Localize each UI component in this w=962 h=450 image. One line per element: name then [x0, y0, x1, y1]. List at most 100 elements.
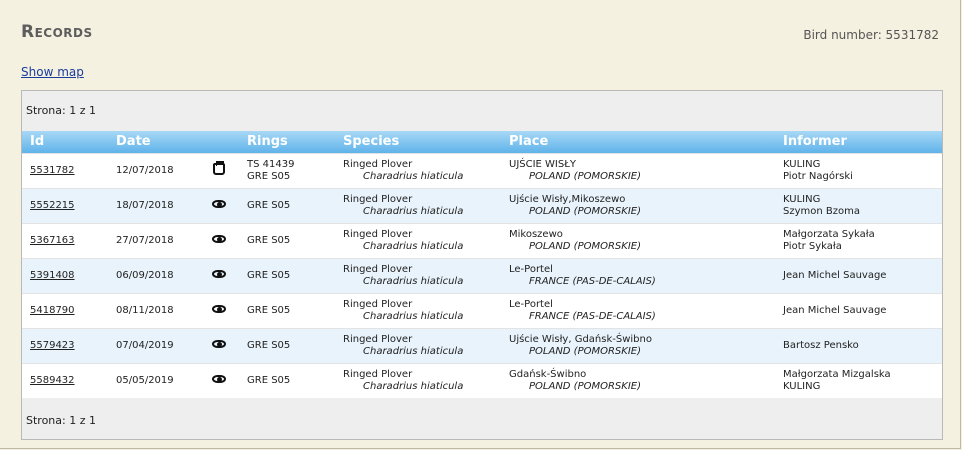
cell-place: UJŚCIE WISŁY POLAND (POMORSKIE)	[501, 152, 775, 188]
cell-icon	[203, 152, 239, 188]
cell-informer: KULING Piotr Nagórski	[775, 152, 942, 188]
cell-informer: KULING Szymon Bzoma	[775, 187, 942, 223]
record-id-link[interactable]: 5418790	[30, 305, 75, 316]
species-name: Ringed Plover	[343, 158, 413, 170]
cell-icon	[203, 362, 239, 398]
record-id-link[interactable]: 5367163	[30, 235, 75, 246]
informer-name: Małgorzata Mizgalska	[783, 368, 891, 380]
cell-id: 5418790	[22, 292, 108, 328]
species-name: Ringed Plover	[343, 333, 413, 345]
cell-informer: Jean Michel Sauvage	[775, 257, 942, 293]
pager-top: Strona: 1 z 1	[26, 104, 96, 117]
place-country: FRANCE (PAS-DE-CALAIS)	[529, 310, 656, 322]
informer-name: Piotr Nagórski	[783, 170, 853, 182]
records-table: Id Date Rings Species Place Informer 553…	[22, 131, 942, 398]
cell-species: Ringed Plover Charadrius hiaticula	[335, 327, 501, 363]
eye-icon[interactable]	[211, 234, 227, 247]
cell-icon	[203, 327, 239, 363]
table-row: 5391408 06/09/2018 GRE S05 Ringed Plover Cha…	[22, 257, 942, 293]
cell-species: Ringed Plover Charadrius hiaticula	[335, 222, 501, 258]
cell-informer: Bartosz Pensko	[775, 327, 942, 363]
place-country: FRANCE (PAS-DE-CALAIS)	[529, 275, 656, 287]
place-country: POLAND (POMORSKIE)	[529, 240, 641, 252]
cell-informer: Jean Michel Sauvage	[775, 292, 942, 328]
column-header-id[interactable]: Id	[22, 131, 108, 153]
place-country: POLAND (POMORSKIE)	[529, 205, 641, 217]
place-country: POLAND (POMORSKIE)	[529, 380, 641, 392]
place-name: Le-Portel	[509, 298, 553, 310]
record-id-link[interactable]: 5589432	[30, 375, 75, 386]
cell-place: Ujście Wisły,Mikoszewo POLAND (POMORSKIE)	[501, 187, 775, 223]
cell-rings: GRE S05	[239, 187, 335, 223]
table-row: 5367163 27/07/2018 GRE S05 Ringed Plover Cha…	[22, 222, 942, 258]
species-latin: Charadrius hiaticula	[363, 310, 464, 322]
cell-informer: Małgorzata Sykała Piotr Sykała	[775, 222, 942, 258]
place-name: Ujście Wisły, Gdańsk-Świbno	[509, 333, 652, 345]
cell-rings: GRE S05	[239, 327, 335, 363]
cell-rings: TS 41439 GRE S05	[239, 152, 335, 188]
show-map-link[interactable]: Show map	[21, 65, 84, 79]
record-id-link[interactable]: 5552215	[30, 200, 75, 211]
record-id-link[interactable]: 5391408	[30, 270, 75, 281]
cell-icon	[203, 187, 239, 223]
table-row: 5552215 18/07/2018 GRE S05 Ringed Plover Cha…	[22, 187, 942, 223]
eye-icon[interactable]	[211, 374, 227, 387]
column-header-place[interactable]: Place	[501, 131, 775, 153]
column-header-species[interactable]: Species	[335, 131, 501, 153]
species-latin: Charadrius hiaticula	[363, 205, 464, 217]
cell-date: 27/07/2018	[108, 222, 203, 258]
ring-code: GRE S05	[247, 304, 291, 316]
informer-name: Szymon Bzoma	[783, 205, 860, 217]
ring-code: GRE S05	[247, 234, 291, 246]
ring-code: GRE S05	[247, 269, 291, 281]
column-header-informer[interactable]: Informer	[775, 131, 942, 153]
cell-id: 5552215	[22, 187, 108, 223]
cell-date: 12/07/2018	[108, 152, 203, 188]
records-panel: Strona: 1 z 1 Id Date Rings Species Plac…	[21, 90, 943, 440]
species-name: Ringed Plover	[343, 193, 413, 205]
cell-id: 5391408	[22, 257, 108, 293]
record-id-link[interactable]: 5531782	[30, 165, 75, 176]
cell-place: Le-Portel FRANCE (PAS-DE-CALAIS)	[501, 292, 775, 328]
informer-name: Jean Michel Sauvage	[783, 269, 887, 281]
place-name: UJŚCIE WISŁY	[509, 158, 576, 170]
cell-date: 06/09/2018	[108, 257, 203, 293]
ring-icon[interactable]	[211, 160, 227, 175]
cell-species: Ringed Plover Charadrius hiaticula	[335, 187, 501, 223]
cell-date: 07/04/2019	[108, 327, 203, 363]
page-frame: Records Bird number: 5531782 Show map St…	[0, 0, 961, 449]
cell-rings: GRE S05	[239, 292, 335, 328]
ring-code: GRE S05	[247, 170, 291, 182]
eye-icon[interactable]	[211, 199, 227, 212]
informer-name: Małgorzata Sykała	[783, 228, 875, 240]
column-header-rings[interactable]: Rings	[239, 131, 335, 153]
cell-icon	[203, 257, 239, 293]
cell-id: 5367163	[22, 222, 108, 258]
eye-icon[interactable]	[211, 269, 227, 282]
cell-id: 5531782	[22, 152, 108, 188]
record-id-link[interactable]: 5579423	[30, 340, 75, 351]
table-row: 5589432 05/05/2019 GRE S05 Ringed Plover Cha…	[22, 362, 942, 398]
cell-rings: GRE S05	[239, 222, 335, 258]
place-name: Mikoszewo	[509, 228, 563, 240]
cell-species: Ringed Plover Charadrius hiaticula	[335, 362, 501, 398]
pager-bottom: Strona: 1 z 1	[26, 414, 96, 427]
eye-icon[interactable]	[211, 304, 227, 317]
cell-date: 05/05/2019	[108, 362, 203, 398]
table-header-row: Id Date Rings Species Place Informer	[22, 131, 942, 153]
cell-icon	[203, 292, 239, 328]
place-country: POLAND (POMORSKIE)	[529, 345, 641, 357]
place-name: Gdańsk-Świbno	[509, 368, 587, 380]
informer-name: KULING	[783, 158, 821, 170]
species-latin: Charadrius hiaticula	[363, 240, 464, 252]
species-latin: Charadrius hiaticula	[363, 275, 464, 287]
page-title: Records	[21, 22, 93, 42]
column-header-date[interactable]: Date	[108, 131, 203, 153]
ring-code: TS 41439	[247, 158, 295, 170]
table-row: 5418790 08/11/2018 GRE S05 Ringed Plover Cha…	[22, 292, 942, 328]
cell-rings: GRE S05	[239, 362, 335, 398]
cell-place: Gdańsk-Świbno POLAND (POMORSKIE)	[501, 362, 775, 398]
informer-name: Piotr Sykała	[783, 240, 842, 252]
eye-icon[interactable]	[211, 339, 227, 352]
cell-rings: GRE S05	[239, 257, 335, 293]
